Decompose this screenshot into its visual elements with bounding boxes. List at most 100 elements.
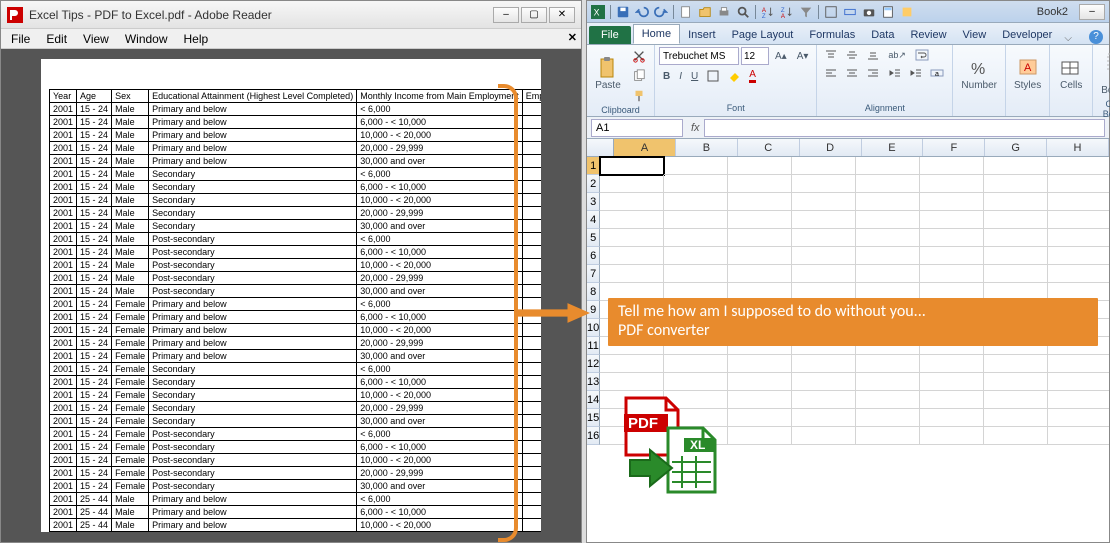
orientation-icon[interactable]: ab↗ xyxy=(884,47,910,63)
cell[interactable] xyxy=(600,247,664,265)
menu-file[interactable]: File xyxy=(5,30,36,48)
open-icon[interactable] xyxy=(698,5,712,19)
cell[interactable] xyxy=(920,193,984,211)
align-middle-icon[interactable] xyxy=(842,47,862,63)
cell[interactable] xyxy=(792,355,856,373)
cell[interactable] xyxy=(1048,409,1109,427)
tab-developer[interactable]: Developer xyxy=(994,26,1060,44)
cell[interactable] xyxy=(920,175,984,193)
cell[interactable] xyxy=(664,229,728,247)
cell[interactable] xyxy=(664,211,728,229)
row-header[interactable]: 3 xyxy=(587,193,600,211)
row-header[interactable]: 16 xyxy=(587,427,600,445)
row-header[interactable]: 13 xyxy=(587,373,600,391)
cell[interactable] xyxy=(792,211,856,229)
bold-button[interactable]: B xyxy=(659,67,674,85)
cell[interactable] xyxy=(728,427,792,445)
cell[interactable] xyxy=(728,229,792,247)
camera-icon[interactable] xyxy=(862,5,876,19)
cell[interactable] xyxy=(664,265,728,283)
calculator-icon[interactable] xyxy=(881,5,895,19)
cell[interactable] xyxy=(1048,211,1109,229)
save-icon[interactable] xyxy=(616,5,630,19)
column-header[interactable]: C xyxy=(738,139,800,156)
cell[interactable] xyxy=(920,157,984,175)
cell[interactable] xyxy=(920,409,984,427)
row-header[interactable]: 11 xyxy=(587,337,600,355)
maximize-button[interactable]: ▢ xyxy=(521,7,547,23)
cell[interactable] xyxy=(600,157,664,175)
cell[interactable] xyxy=(920,229,984,247)
cell[interactable] xyxy=(600,175,664,193)
fx-icon[interactable]: fx xyxy=(691,122,700,134)
print-icon[interactable] xyxy=(717,5,731,19)
cell[interactable] xyxy=(792,247,856,265)
cell[interactable] xyxy=(920,265,984,283)
cell[interactable] xyxy=(664,157,728,175)
font-name-combo[interactable] xyxy=(659,47,739,65)
fill-color-button[interactable] xyxy=(724,67,744,85)
ribbon-minimize-icon[interactable]: ⌵ xyxy=(1064,33,1072,44)
column-header[interactable]: A xyxy=(614,139,676,156)
cell[interactable] xyxy=(1048,355,1109,373)
row-header[interactable]: 1 xyxy=(587,157,600,175)
macros-icon[interactable] xyxy=(900,5,914,19)
tab-formulas[interactable]: Formulas xyxy=(801,26,863,44)
align-top-icon[interactable] xyxy=(821,47,841,63)
cell[interactable] xyxy=(664,193,728,211)
cells-button[interactable]: Cells xyxy=(1054,47,1088,99)
cell[interactable] xyxy=(728,373,792,391)
cell[interactable] xyxy=(600,373,664,391)
cell[interactable] xyxy=(728,157,792,175)
cell[interactable] xyxy=(856,265,920,283)
format-painter-button[interactable] xyxy=(628,87,650,105)
cell[interactable] xyxy=(920,373,984,391)
cell[interactable] xyxy=(728,193,792,211)
cell[interactable] xyxy=(1048,229,1109,247)
cell[interactable] xyxy=(728,265,792,283)
wrap-text-icon[interactable] xyxy=(911,47,933,63)
cell[interactable] xyxy=(728,175,792,193)
cell[interactable] xyxy=(1048,391,1109,409)
row-header[interactable]: 15 xyxy=(587,409,600,427)
cell[interactable] xyxy=(600,211,664,229)
cell[interactable] xyxy=(920,247,984,265)
sort-desc-icon[interactable]: ZA xyxy=(780,5,794,19)
cell[interactable] xyxy=(856,355,920,373)
cell[interactable] xyxy=(856,229,920,247)
cell[interactable] xyxy=(1048,175,1109,193)
underline-button[interactable]: U xyxy=(687,67,702,85)
cell[interactable] xyxy=(792,229,856,247)
cell[interactable] xyxy=(856,193,920,211)
cell[interactable] xyxy=(984,373,1048,391)
cell[interactable] xyxy=(600,355,664,373)
cell[interactable] xyxy=(1048,265,1109,283)
decrease-indent-icon[interactable] xyxy=(884,65,904,81)
tab-data[interactable]: Data xyxy=(863,26,902,44)
cell[interactable] xyxy=(600,229,664,247)
cell[interactable] xyxy=(984,175,1048,193)
cell[interactable] xyxy=(920,355,984,373)
cell[interactable] xyxy=(664,175,728,193)
cell[interactable] xyxy=(664,355,728,373)
tab-home[interactable]: Home xyxy=(633,24,680,44)
copy-button[interactable] xyxy=(628,67,650,85)
cell[interactable] xyxy=(920,211,984,229)
cell[interactable] xyxy=(728,247,792,265)
close-document-button[interactable]: ✕ xyxy=(568,31,577,44)
cell[interactable] xyxy=(1048,157,1109,175)
align-bottom-icon[interactable] xyxy=(863,47,883,63)
cell[interactable] xyxy=(984,211,1048,229)
tab-insert[interactable]: Insert xyxy=(680,26,724,44)
tab-file[interactable]: File xyxy=(589,26,631,44)
cell[interactable] xyxy=(792,373,856,391)
cell[interactable] xyxy=(1048,373,1109,391)
excel-minimize-button[interactable]: – xyxy=(1079,4,1105,20)
cell[interactable] xyxy=(728,355,792,373)
cell[interactable] xyxy=(984,265,1048,283)
border-button[interactable] xyxy=(703,67,723,85)
close-button[interactable]: ✕ xyxy=(549,7,575,23)
cell[interactable] xyxy=(728,391,792,409)
column-header[interactable]: G xyxy=(985,139,1047,156)
cell[interactable] xyxy=(920,427,984,445)
